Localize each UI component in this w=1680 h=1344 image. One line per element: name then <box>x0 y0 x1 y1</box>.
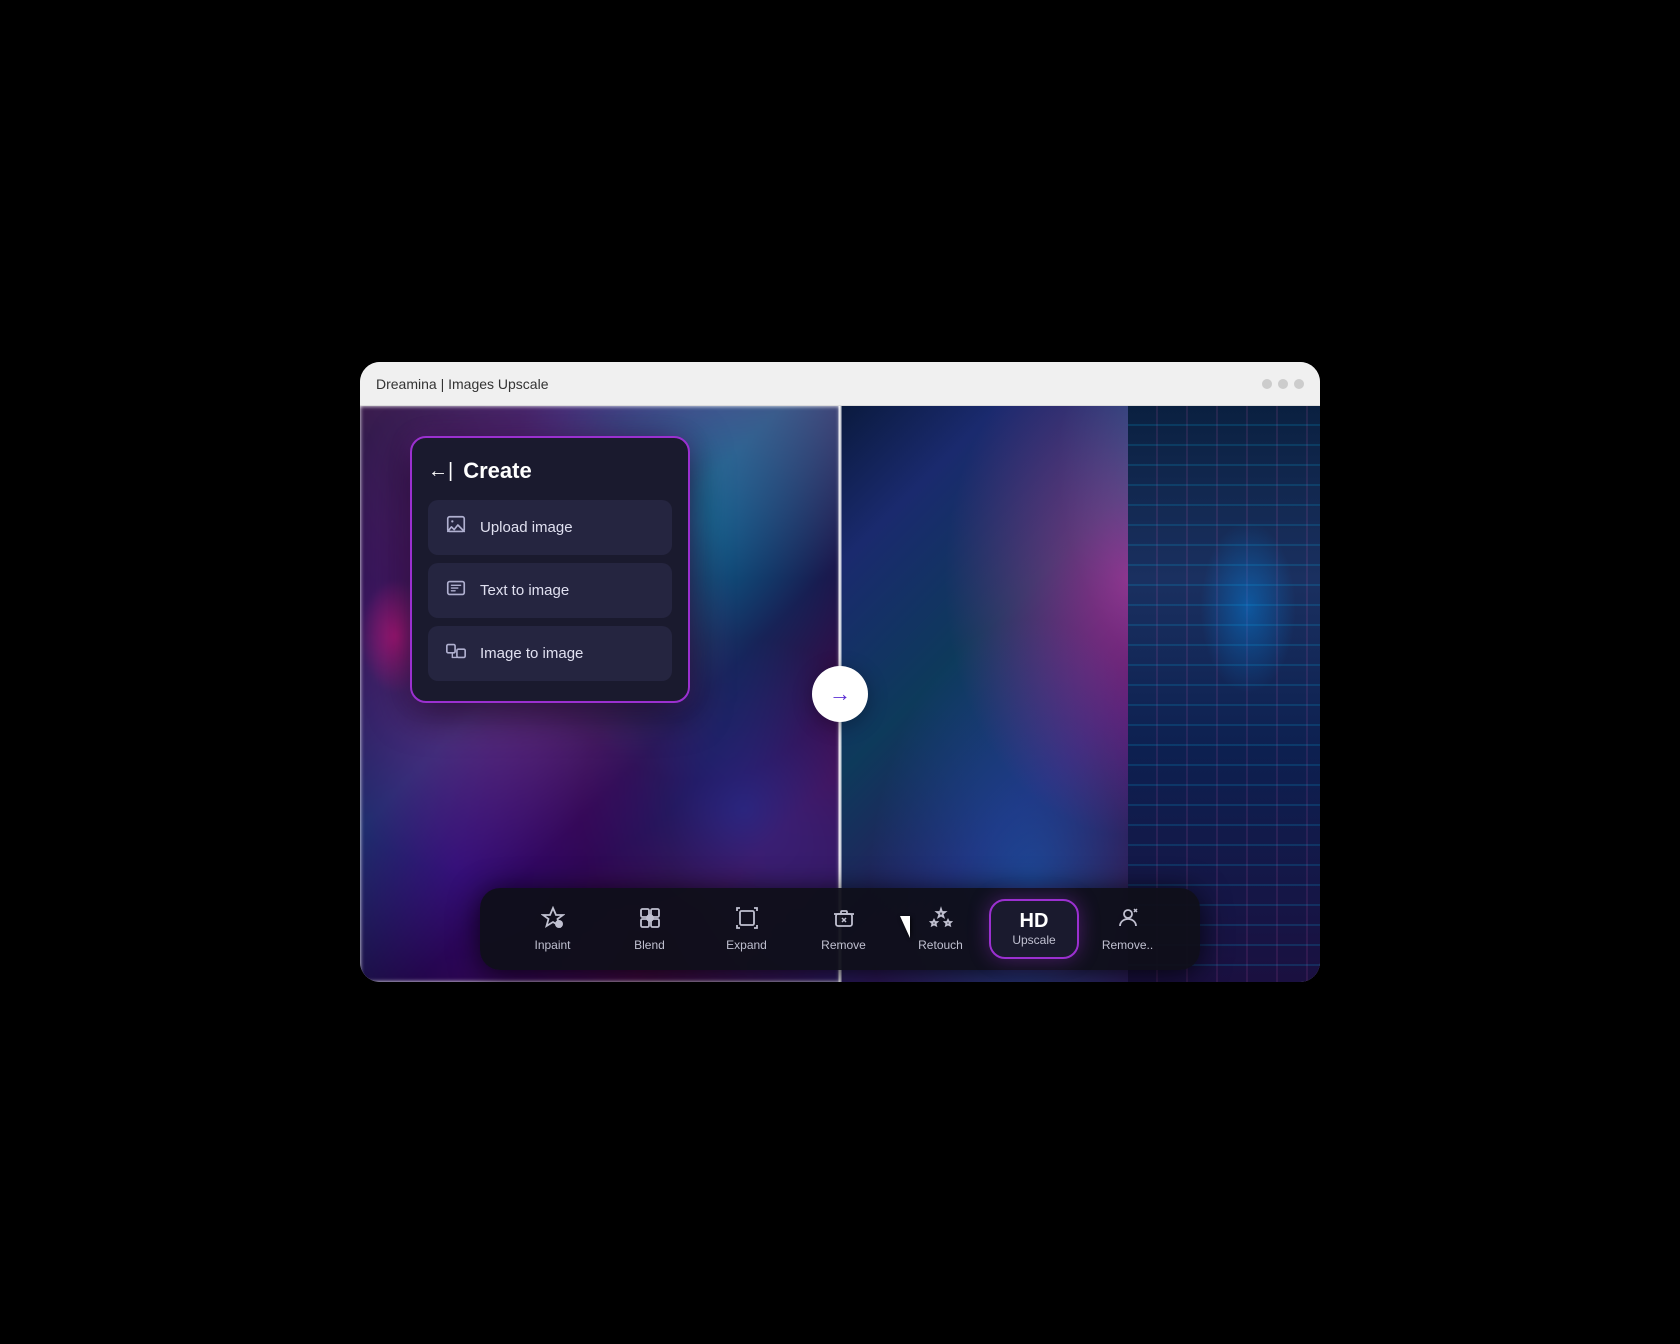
blend-label: Blend <box>634 938 665 952</box>
upload-image-label: Upload image <box>480 519 573 536</box>
browser-window: Dreamina | Images Upscale → ←| Create <box>360 362 1320 982</box>
image-to-image-label: Image to image <box>480 645 583 662</box>
retouch-label: Retouch <box>918 938 963 952</box>
cursor-shape <box>900 916 910 938</box>
expand-icon <box>735 906 759 934</box>
toolbar-item-inpaint[interactable]: Inpaint <box>504 898 601 960</box>
browser-dots <box>1262 379 1304 389</box>
create-panel: ←| Create Upload image <box>410 436 690 703</box>
menu-item-image-to-image[interactable]: Image to image <box>428 626 672 681</box>
create-panel-header: ←| Create <box>428 458 672 484</box>
expand-label: Expand <box>726 938 767 952</box>
remove-bg-label: Remove.. <box>1102 938 1153 952</box>
upload-image-icon <box>444 514 468 541</box>
retouch-icon <box>929 906 953 934</box>
create-panel-title: Create <box>463 458 531 484</box>
inpaint-icon <box>541 906 565 934</box>
browser-titlebar: Dreamina | Images Upscale <box>360 362 1320 406</box>
remove-bg-icon <box>1116 906 1140 934</box>
menu-item-upload-image[interactable]: Upload image <box>428 500 672 555</box>
text-to-image-icon <box>444 577 468 604</box>
blend-icon <box>638 906 662 934</box>
browser-title: Dreamina | Images Upscale <box>376 376 1262 392</box>
toolbar-item-blend[interactable]: Blend <box>601 898 698 960</box>
browser-dot-3 <box>1294 379 1304 389</box>
hd-upscale-title: HD <box>1020 911 1049 931</box>
bottom-toolbar: Inpaint Blend <box>480 888 1200 970</box>
toolbar-item-remove-bg[interactable]: Remove.. <box>1079 898 1176 960</box>
before-after-arrow: → <box>812 666 868 722</box>
arrow-right-icon: → <box>829 681 851 707</box>
image-to-image-icon <box>444 640 468 667</box>
browser-dot-1 <box>1262 379 1272 389</box>
toolbar-item-remove[interactable]: Remove <box>795 898 892 960</box>
toolbar-item-hd-upscale[interactable]: HD Upscale <box>989 899 1079 959</box>
remove-label: Remove <box>821 938 866 952</box>
remove-icon <box>832 906 856 934</box>
hd-upscale-label: Upscale <box>1012 933 1055 947</box>
browser-content: → ←| Create Upload image <box>360 406 1320 982</box>
inpaint-label: Inpaint <box>534 938 570 952</box>
text-to-image-label: Text to image <box>480 582 569 599</box>
menu-item-text-to-image[interactable]: Text to image <box>428 563 672 618</box>
back-icon[interactable]: ←| <box>428 460 453 483</box>
browser-dot-2 <box>1278 379 1288 389</box>
toolbar-item-expand[interactable]: Expand <box>698 898 795 960</box>
mouse-cursor <box>900 916 924 944</box>
